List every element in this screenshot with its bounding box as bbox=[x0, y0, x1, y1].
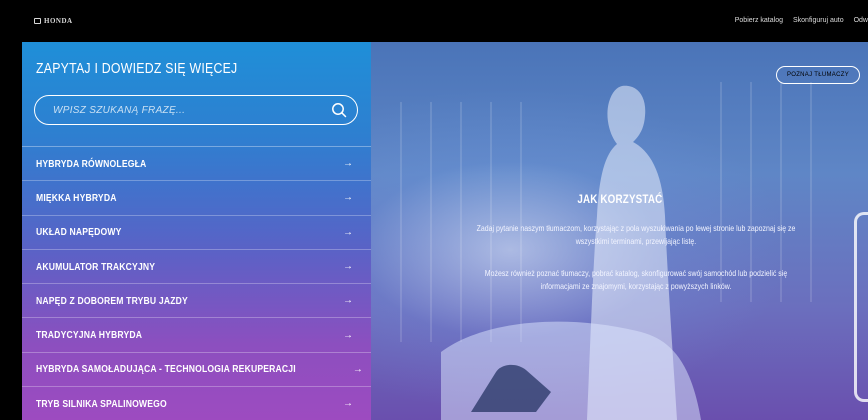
glossary-panel: ZAPYTAJ I DOWIEDZ SIĘ WIĘCEJ HYBRYDA RÓW… bbox=[22, 42, 371, 420]
list-item[interactable]: NAPĘD Z DOBOREM TRYBU JAZDY → bbox=[22, 283, 371, 317]
arrow-right-icon: → bbox=[343, 261, 353, 273]
list-item[interactable]: HYBRYDA RÓWNOLEGŁA → bbox=[22, 146, 371, 180]
list-item-label: NAPĘD Z DOBOREM TRYBU JAZDY bbox=[36, 294, 188, 307]
arrow-right-icon: → bbox=[352, 363, 363, 375]
arrow-right-icon: → bbox=[343, 398, 353, 410]
list-item-label: HYBRYDA SAMOŁADUJĄCA - TECHNOLOGIA REKUP… bbox=[36, 363, 296, 376]
search-input[interactable] bbox=[53, 104, 313, 116]
arrow-right-icon: → bbox=[343, 329, 353, 341]
list-item-label: UKŁAD NAPĘDOWY bbox=[36, 226, 122, 239]
list-item-label: TRADYCYJNA HYBRYDA bbox=[36, 329, 143, 342]
nav-configure-car[interactable]: Skonfiguruj auto bbox=[793, 17, 844, 24]
side-bracket-decoration bbox=[854, 212, 868, 402]
charger-plug-icon bbox=[471, 364, 551, 412]
arrow-right-icon: → bbox=[343, 295, 353, 307]
list-item-label: HYBRYDA RÓWNOLEGŁA bbox=[36, 157, 147, 170]
meet-translators-button[interactable]: POZNAJ TŁUMACZY bbox=[775, 66, 860, 84]
top-nav: Pobierz katalog Skonfiguruj auto Odw bbox=[735, 17, 868, 24]
arrow-right-icon: → bbox=[343, 226, 353, 238]
list-item[interactable]: UKŁAD NAPĘDOWY → bbox=[22, 214, 371, 249]
how-to-use-title: JAK KORZYSTAĆ bbox=[576, 192, 663, 206]
search-icon[interactable] bbox=[331, 102, 347, 118]
search-box[interactable] bbox=[34, 95, 358, 125]
list-item[interactable]: HYBRYDA SAMOŁADUJĄCA - TECHNOLOGIA REKUP… bbox=[22, 351, 371, 386]
list-item-label: MIĘKKA HYBRYDA bbox=[36, 191, 117, 204]
nav-download-catalog[interactable]: Pobierz katalog bbox=[735, 17, 783, 24]
honda-wing-icon bbox=[34, 18, 41, 24]
list-item[interactable]: TRADYCYJNA HYBRYDA → bbox=[22, 317, 371, 351]
arrow-right-icon: → bbox=[343, 158, 353, 170]
how-to-use-paragraph-1: Zadaj pytanie naszym tłumaczom, korzysta… bbox=[476, 223, 796, 246]
how-to-use-paragraph-2: Możesz również poznać tłumaczy, pobrać k… bbox=[484, 268, 788, 291]
list-item-label: AKUMULATOR TRAKCYJNY bbox=[36, 260, 156, 273]
honda-logo[interactable]: HONDA bbox=[34, 17, 73, 25]
nav-share[interactable]: Odw bbox=[854, 17, 868, 24]
list-item[interactable]: MIĘKKA HYBRYDA → bbox=[22, 180, 371, 214]
top-bar: HONDA Pobierz katalog Skonfiguruj auto O… bbox=[0, 0, 868, 42]
arrow-right-icon: → bbox=[343, 192, 353, 204]
panel-title: ZAPYTAJ I DOWIEDZ SIĘ WIĘCEJ bbox=[36, 60, 238, 77]
term-list: HYBRYDA RÓWNOLEGŁA → MIĘKKA HYBRYDA → UK… bbox=[22, 146, 371, 420]
logo-text: HONDA bbox=[44, 17, 73, 25]
hero-section: POZNAJ TŁUMACZY JAK KORZYSTAĆ Zadaj pyta… bbox=[371, 42, 868, 420]
list-item-label: TRYB SILNIKA SPALINOWEGO bbox=[36, 397, 167, 410]
list-item[interactable]: AKUMULATOR TRAKCYJNY → bbox=[22, 248, 371, 283]
list-item[interactable]: TRYB SILNIKA SPALINOWEGO → bbox=[22, 386, 371, 420]
